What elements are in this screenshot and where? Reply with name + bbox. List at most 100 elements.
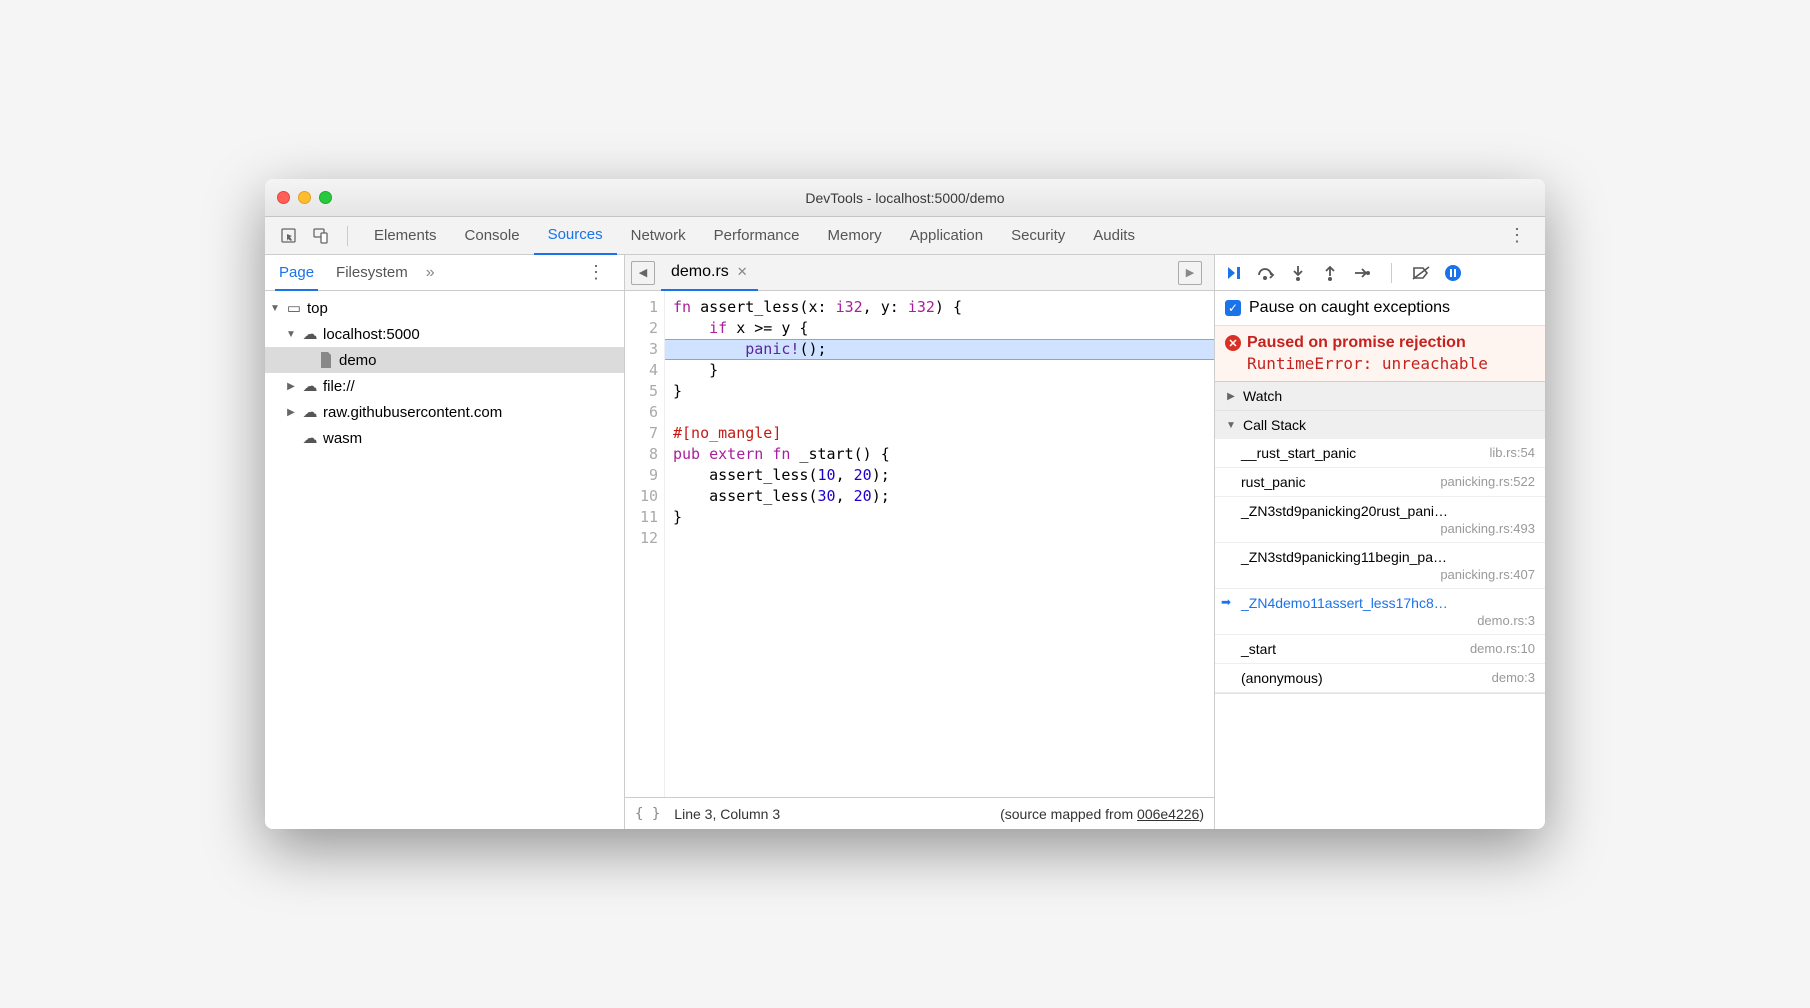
pause-caught-label: Pause on caught exceptions	[1249, 299, 1450, 317]
sourcemap-link[interactable]: 006e4226	[1137, 806, 1199, 822]
resume-icon[interactable]	[1223, 262, 1245, 284]
callstack-list: __rust_start_paniclib.rs:54rust_panicpan…	[1215, 439, 1545, 693]
cloud-icon: ☁	[301, 403, 319, 421]
tree-host[interactable]: ▼ ☁ localhost:5000	[265, 321, 624, 347]
window-title: DevTools - localhost:5000/demo	[265, 190, 1545, 206]
tab-network[interactable]: Network	[617, 217, 700, 255]
stack-frame-location: demo:3	[1492, 670, 1535, 686]
tree-raw-github[interactable]: ▶ ☁ raw.githubusercontent.com	[265, 399, 624, 425]
tab-elements[interactable]: Elements	[360, 217, 451, 255]
stack-frame-location: demo.rs:3	[1477, 613, 1535, 628]
inspect-icon[interactable]	[275, 222, 303, 250]
stack-frame-name: __rust_start_panic	[1241, 445, 1356, 461]
stack-frame-location: panicking.rs:493	[1440, 521, 1535, 536]
code-line: pub extern fn _start() {	[673, 444, 1214, 465]
tab-performance[interactable]: Performance	[700, 217, 814, 255]
paused-title: Paused on promise rejection	[1247, 334, 1466, 352]
step-over-icon[interactable]	[1255, 262, 1277, 284]
stack-frame[interactable]: __rust_start_paniclib.rs:54	[1215, 439, 1545, 468]
file-tab[interactable]: demo.rs ✕	[661, 255, 758, 291]
step-into-icon[interactable]	[1287, 262, 1309, 284]
stack-frame[interactable]: _startdemo.rs:10	[1215, 635, 1545, 664]
expand-icon: ▼	[285, 329, 297, 340]
tab-application[interactable]: Application	[896, 217, 997, 255]
window-icon: ▭	[285, 299, 303, 317]
line-gutter: 123456789101112	[625, 291, 665, 797]
code-line: assert_less(30, 20);	[673, 486, 1214, 507]
code-line: }	[673, 381, 1214, 402]
code-line: #[no_mangle]	[673, 423, 1214, 444]
paused-message: ✕ Paused on promise rejection RuntimeErr…	[1215, 326, 1545, 382]
source-editor[interactable]: 123456789101112 fn assert_less(x: i32, y…	[625, 291, 1214, 797]
expand-icon: ▶	[285, 381, 297, 392]
editor-tabbar: ◀ demo.rs ✕ ▶	[625, 255, 1214, 291]
stack-frame-location: panicking.rs:522	[1440, 474, 1535, 490]
tab-audits[interactable]: Audits	[1079, 217, 1149, 255]
step-icon[interactable]	[1351, 262, 1373, 284]
tree-file-demo[interactable]: demo	[265, 347, 624, 373]
debug-toolbar	[1215, 255, 1545, 291]
tab-sources[interactable]: Sources	[534, 217, 617, 255]
separator	[1391, 263, 1392, 283]
deactivate-breakpoints-icon[interactable]	[1410, 262, 1432, 284]
file-tab-label: demo.rs	[671, 263, 729, 281]
stack-frame-location: panicking.rs:407	[1440, 567, 1535, 582]
pause-exceptions-icon[interactable]	[1442, 262, 1464, 284]
tree-label: wasm	[323, 430, 362, 447]
device-icon[interactable]	[307, 222, 335, 250]
tab-console[interactable]: Console	[451, 217, 534, 255]
tree-wasm[interactable]: ▶ ☁ wasm	[265, 425, 624, 451]
error-icon: ✕	[1225, 335, 1241, 351]
debugger-panel: ✓ Pause on caught exceptions ✕ Paused on…	[1215, 255, 1545, 829]
code-line: panic!();	[673, 339, 1214, 360]
more-tabs-icon[interactable]: »	[426, 264, 435, 282]
page-tab[interactable]: Page	[275, 255, 318, 291]
tab-security[interactable]: Security	[997, 217, 1079, 255]
stack-frame[interactable]: _ZN4demo11assert_less17hc8… demo.rs:3	[1215, 589, 1545, 635]
devtools-window: DevTools - localhost:5000/demo ElementsC…	[265, 179, 1545, 829]
step-out-icon[interactable]	[1319, 262, 1341, 284]
kebab-menu-icon[interactable]: ⋮	[1500, 225, 1535, 246]
stack-frame[interactable]: _ZN3std9panicking20rust_pani… panicking.r…	[1215, 497, 1545, 543]
tree-top[interactable]: ▼ ▭ top	[265, 295, 624, 321]
code-line: }	[673, 507, 1214, 528]
paused-detail: RuntimeError: unreachable	[1225, 354, 1535, 373]
document-icon	[317, 352, 335, 368]
watch-section-header[interactable]: ▶ Watch	[1215, 382, 1545, 410]
expand-icon: ▶	[285, 407, 297, 418]
stack-frame[interactable]: rust_panicpanicking.rs:522	[1215, 468, 1545, 497]
stack-frame[interactable]: (anonymous) demo:3	[1215, 664, 1545, 693]
separator	[347, 226, 348, 246]
navigator-tabs: Page Filesystem » ⋮	[265, 255, 624, 291]
tree-file-scheme[interactable]: ▶ ☁ file://	[265, 373, 624, 399]
sourcemap-info: (source mapped from 006e4226)	[1000, 806, 1204, 822]
tree-label: file://	[323, 378, 355, 395]
close-tab-icon[interactable]: ✕	[737, 264, 748, 280]
panel-body: Page Filesystem » ⋮ ▼ ▭ top ▼ ☁ localhos…	[265, 255, 1545, 829]
tab-memory[interactable]: Memory	[814, 217, 896, 255]
callstack-section-header[interactable]: ▼ Call Stack	[1215, 411, 1545, 439]
tree-label: demo	[339, 352, 377, 369]
titlebar: DevTools - localhost:5000/demo	[265, 179, 1545, 217]
code-area: fn assert_less(x: i32, y: i32) { if x >=…	[665, 291, 1214, 797]
stack-frame-name: _start	[1241, 641, 1276, 657]
code-line	[673, 402, 1214, 423]
checkbox-icon[interactable]: ✓	[1225, 300, 1241, 316]
cursor-position: Line 3, Column 3	[674, 806, 780, 822]
editor-statusbar: { } Line 3, Column 3 (source mapped from…	[625, 797, 1214, 829]
navigator-menu-icon[interactable]: ⋮	[579, 262, 614, 283]
cloud-icon: ☁	[301, 325, 319, 343]
nav-back-icon[interactable]: ◀	[631, 261, 655, 285]
filesystem-tab[interactable]: Filesystem	[332, 255, 412, 291]
code-line: if x >= y {	[673, 318, 1214, 339]
stack-frame-name: _ZN4demo11assert_less17hc8…	[1241, 595, 1448, 611]
nav-forward-icon[interactable]: ▶	[1178, 261, 1202, 285]
pause-caught-row[interactable]: ✓ Pause on caught exceptions	[1215, 291, 1545, 326]
navigator-panel: Page Filesystem » ⋮ ▼ ▭ top ▼ ☁ localhos…	[265, 255, 625, 829]
stack-frame[interactable]: _ZN3std9panicking11begin_pa…panicking.rs…	[1215, 543, 1545, 589]
stack-frame-name: _ZN3std9panicking20rust_pani…	[1241, 503, 1448, 519]
stack-frame-name: (anonymous)	[1241, 670, 1323, 686]
editor-panel: ◀ demo.rs ✕ ▶ 123456789101112 fn assert_…	[625, 255, 1215, 829]
format-icon[interactable]: { }	[635, 806, 660, 822]
expand-icon: ▼	[1225, 420, 1237, 431]
